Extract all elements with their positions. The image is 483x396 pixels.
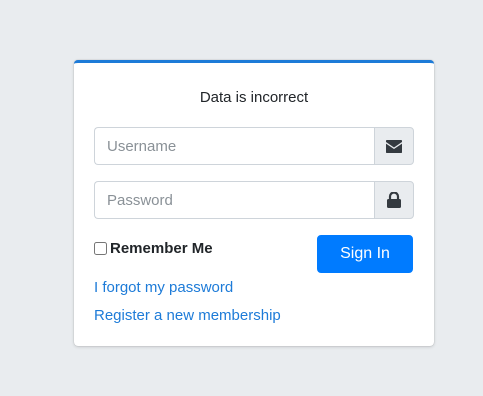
password-group xyxy=(94,181,414,219)
remember-me-label: Remember Me xyxy=(110,240,213,257)
username-group xyxy=(94,127,414,165)
envelope-icon xyxy=(386,139,402,153)
username-addon xyxy=(374,127,414,165)
register-link[interactable]: Register a new membership xyxy=(94,307,281,324)
forgot-password-link[interactable]: I forgot my password xyxy=(94,279,233,296)
remember-me-checkbox[interactable] xyxy=(94,242,107,255)
login-message: Data is incorrect xyxy=(199,89,309,106)
password-addon xyxy=(374,181,414,219)
lock-icon xyxy=(387,192,401,208)
sign-in-button[interactable]: Sign In xyxy=(317,235,413,273)
password-input[interactable] xyxy=(94,181,374,219)
username-input[interactable] xyxy=(94,127,374,165)
login-card: Data is incorrect Remember Me Sign In I … xyxy=(74,60,434,346)
remember-me[interactable]: Remember Me xyxy=(94,240,213,257)
